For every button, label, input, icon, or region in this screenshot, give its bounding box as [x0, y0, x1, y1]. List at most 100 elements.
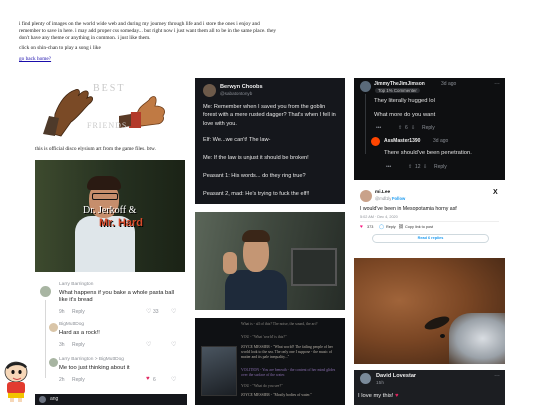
comment-time: 3d ago	[433, 138, 449, 144]
upvote-icon[interactable]: ⇧	[398, 125, 402, 131]
tv-set	[291, 248, 337, 286]
tweet-line: Me: If the law is unjust it should be br…	[203, 155, 309, 161]
dr-jerkoff-image: Dr. Jerkoff & Mr. Hard	[35, 160, 185, 272]
shin-chan-music-button[interactable]	[2, 358, 32, 402]
comment-text: Me too just thinking about it	[59, 365, 130, 371]
x-logo-icon: X	[493, 189, 498, 196]
avatar	[371, 137, 380, 146]
post-username: ang	[50, 396, 59, 402]
comment-time: 3d ago	[441, 81, 457, 87]
comment-username: JimmyTheJimJimson	[374, 81, 425, 87]
avatar	[203, 84, 216, 97]
pasta-comment-thread: Larry Barrington What happens if you bak…	[35, 278, 190, 388]
post-time: 15h	[376, 381, 385, 386]
avatar	[39, 396, 46, 403]
reply-button[interactable]: Reply	[422, 125, 435, 131]
tweet-line: Peasant 2, mad: He's trying to fuck the …	[203, 191, 310, 197]
tweet-line: Peasant 1: His words... do they ring tru…	[203, 173, 306, 179]
copy-link-button[interactable]: Copy link to post	[405, 225, 433, 229]
comment-text: What happens if you bake a whole pasta b…	[59, 290, 175, 304]
reply-button[interactable]: Reply	[72, 309, 85, 315]
best-friends-caption: this is official disco elysium art from …	[35, 146, 156, 152]
avatar	[49, 358, 58, 367]
tweet-line: Me: Remember when I saved you from the g…	[203, 104, 336, 127]
comment-time: 9h	[59, 309, 65, 315]
reply-button[interactable]: Reply	[386, 225, 396, 229]
dialogue-line: VOLITION - You are beneath - the content…	[241, 368, 336, 377]
post-text-content: I love my this!	[358, 393, 394, 399]
upvote-icon[interactable]: ♡	[146, 308, 151, 315]
more-options-icon[interactable]: •••	[386, 164, 391, 170]
bison-snow-face	[449, 313, 505, 364]
comment-username: Larry Barrington > BigMuttDog	[59, 357, 124, 362]
avatar	[40, 286, 51, 297]
vote-count: 33	[153, 309, 159, 315]
best-word: BEST	[93, 83, 126, 94]
bottom-dark-post: ang	[35, 394, 187, 405]
tweet-author-name: Berwyn Choobs	[220, 84, 263, 90]
comment-username: AssMaster1390	[384, 138, 421, 144]
hugged-reddit-thread: JimmyTheJimJimson 3d ago … Top 1% Commen…	[354, 78, 505, 180]
thread-line	[45, 300, 46, 378]
person-hair	[87, 176, 121, 190]
reply-icon[interactable]: ◯	[379, 224, 384, 230]
upvote-icon[interactable]: ♡	[146, 341, 151, 348]
mesopotamia-tweet: mi.Lee @mdl1ly Follow X I would've been …	[354, 186, 505, 246]
heart-icon: ♥	[395, 393, 399, 399]
post-author-name: David Lovestar	[376, 373, 417, 379]
comment-username: Larry Barrington	[59, 282, 94, 287]
comment-username: BigMuttDog	[59, 322, 85, 327]
person-hair	[242, 230, 270, 242]
person-glasses	[92, 193, 118, 200]
tweet-author-name: mi.Lee	[375, 190, 391, 195]
reply-button[interactable]: Reply	[72, 342, 85, 348]
read-replies-button[interactable]: Read 6 replies	[372, 234, 489, 243]
intro-text-block: i find plenty of images on the world wid…	[19, 21, 277, 67]
post-text: I love my this! ♥	[358, 393, 399, 399]
goblin-forest-tweet: Berwyn Choobs @sabatontonyb Me: Remember…	[195, 78, 345, 204]
dialogue-line: JOYCE MESSIER - "What world? The failing…	[241, 345, 333, 359]
click-instruction: click on shin-chan to play a song i like	[19, 45, 101, 52]
link-icon[interactable]: ⛓	[398, 224, 404, 230]
more-options-icon[interactable]: …	[494, 80, 500, 86]
go-back-home-link[interactable]: go back home?	[19, 56, 51, 62]
reply-button[interactable]: Reply	[72, 377, 85, 383]
comment-text: What more do you want	[374, 112, 436, 118]
bison-eye	[440, 334, 445, 338]
best-friends-image: BEST FRIENDS	[35, 78, 180, 140]
divider	[360, 221, 499, 222]
downvote-icon[interactable]: ⇩	[423, 164, 427, 170]
reply-button[interactable]: Reply	[434, 164, 447, 170]
more-options-icon[interactable]: •••	[376, 125, 381, 131]
raised-hand	[223, 252, 237, 274]
avatar	[49, 323, 58, 332]
like-icon[interactable]: ♥	[360, 224, 363, 230]
like-count: 373	[367, 225, 374, 229]
thread-line	[365, 94, 366, 154]
downvote-icon[interactable]: ♡	[171, 376, 176, 383]
dialogue-line: JOYCE MESSIER - "Mostly bodies of water.…	[241, 393, 312, 397]
tweet-author-handle: @mdl1ly	[375, 196, 392, 201]
comment-time: 3h	[59, 342, 65, 348]
smoking-man-photo	[195, 212, 345, 310]
downvote-icon[interactable]: ♡	[171, 341, 176, 348]
more-options-icon[interactable]: …	[494, 372, 500, 378]
vote-count: 12	[415, 164, 421, 170]
game-dialogue-screenshot: What is - all of this? The noise, the so…	[195, 318, 345, 405]
top-commenter-badge: Top 1% Commenter	[375, 88, 420, 93]
avatar	[360, 190, 372, 202]
downvote-icon[interactable]: ♡	[171, 308, 176, 315]
comment-text: Hard as a rock!!	[59, 330, 100, 336]
upvote-icon[interactable]: ⇧	[408, 164, 412, 170]
vote-count: 6	[153, 377, 156, 383]
upvote-icon[interactable]: ♥	[146, 376, 150, 382]
follow-link[interactable]: Follow	[392, 196, 405, 201]
person-body	[225, 270, 287, 310]
intro-paragraph: i find plenty of images on the world wid…	[19, 21, 277, 41]
character-portrait	[201, 346, 237, 396]
downvote-icon[interactable]: ⇩	[411, 125, 415, 131]
dialogue-line: What is - all of this? The noise, the so…	[241, 322, 318, 326]
avatar	[360, 373, 371, 384]
friends-word: FRIENDS	[87, 121, 128, 130]
vote-count: 6	[405, 125, 408, 131]
